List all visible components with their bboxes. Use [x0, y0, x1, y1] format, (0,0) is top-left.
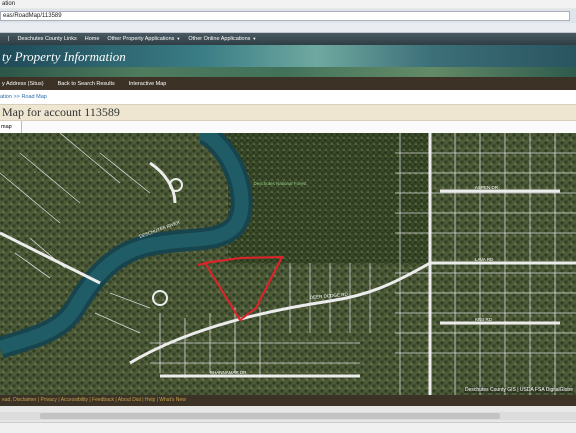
- site-title: ty Property Information: [2, 49, 126, 64]
- national-forest-area: [228, 133, 428, 263]
- address-bar: eas/RoadMap/113589: [0, 9, 576, 23]
- label-road-krb: KRB RD: [475, 317, 493, 322]
- footer-links[interactable]: ead, Disclaimer | Privacy | Accessibilit…: [0, 395, 576, 406]
- road-map[interactable]: DESCHUTES RIVER Deschutes National Fores…: [0, 133, 576, 395]
- label-road-aspen: ASPEN DR: [475, 185, 499, 190]
- banner-landscape: [0, 67, 576, 77]
- nav-separator: |: [8, 36, 10, 42]
- status-bar: [0, 422, 576, 433]
- tab-map[interactable]: map: [0, 121, 22, 133]
- chevron-down-icon: ▼: [176, 36, 181, 41]
- nav-other-online-apps[interactable]: Other Online Applications ▼: [188, 36, 256, 42]
- nav-county-links[interactable]: Deschutes County Links: [17, 36, 76, 42]
- breadcrumb-separator: >>: [13, 94, 20, 100]
- nav-home[interactable]: Home: [85, 36, 100, 42]
- subnav-property-address[interactable]: y Address (Situs): [2, 81, 44, 87]
- subnav-interactive-map[interactable]: Interactive Map: [129, 81, 167, 87]
- scrollbar-thumb[interactable]: [40, 413, 500, 419]
- browser-toolbar: [0, 23, 576, 33]
- page-title: Map for account 113589: [2, 105, 120, 119]
- top-navigation: | Deschutes County Links Home Other Prop…: [0, 33, 576, 45]
- nav-label: Other Online Applications: [188, 36, 251, 42]
- label-forest: Deschutes National Forest: [253, 181, 307, 186]
- nav-label: Other Property Applications: [107, 36, 175, 42]
- window-title: ation: [0, 0, 576, 8]
- main-content: ation >> Road Map Map for account 113589…: [0, 90, 576, 406]
- breadcrumb-current[interactable]: Road Map: [21, 94, 46, 100]
- subnav-back-to-results[interactable]: Back to Search Results: [58, 81, 115, 87]
- page-title-bar: Map for account 113589: [0, 104, 576, 121]
- label-road-lava: LAVA RD: [475, 257, 494, 262]
- breadcrumb: ation >> Road Map: [0, 94, 47, 100]
- sub-navigation: y Address (Situs) Back to Search Results…: [0, 77, 576, 90]
- label-road-shannamar: SHANNAMAR DR: [210, 370, 247, 375]
- map-aerial-image: DESCHUTES RIVER Deschutes National Fores…: [0, 133, 576, 395]
- nav-other-property-apps[interactable]: Other Property Applications ▼: [107, 36, 180, 42]
- horizontal-scrollbar[interactable]: [0, 412, 576, 420]
- url-field[interactable]: eas/RoadMap/113589: [0, 11, 570, 21]
- breadcrumb-parent[interactable]: ation: [0, 94, 12, 100]
- site-banner: ty Property Information: [0, 45, 576, 77]
- map-attribution: Deschutes County GIS | USDA FSA DigitalG…: [463, 387, 574, 393]
- chevron-down-icon: ▼: [252, 36, 257, 41]
